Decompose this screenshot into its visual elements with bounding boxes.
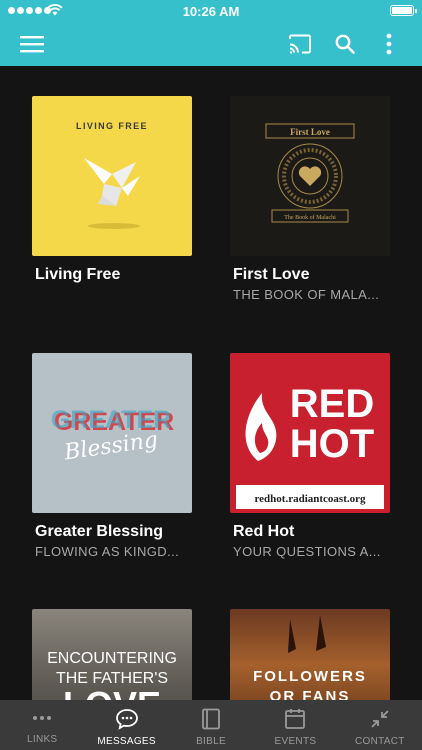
search-button[interactable] [329, 28, 361, 60]
app-bar [0, 22, 422, 66]
tab-events[interactable]: EVENTS [253, 700, 337, 750]
message-title: Red Hot [233, 523, 295, 540]
svg-text:FOLLOWERS: FOLLOWERS [253, 668, 367, 685]
svg-text:OR FANS: OR FANS [270, 688, 351, 700]
svg-text:ENCOUNTERING: ENCOUNTERING [47, 650, 177, 667]
followers-or-fans-artwork: FOLLOWERS OR FANS [253, 615, 367, 700]
tab-label: EVENTS [274, 736, 317, 747]
message-card[interactable]: ENCOUNTERING THE FATHER'S LOVE [32, 609, 192, 700]
series-artwork: RED HOT redhot.radiantcoast.org [230, 353, 390, 513]
message-title: Living Free [35, 266, 121, 283]
svg-text:redhot.radiantcoast.org: redhot.radiantcoast.org [254, 493, 366, 505]
more-options-button[interactable] [373, 28, 405, 60]
cast-button[interactable] [284, 28, 316, 60]
message-card[interactable]: FOLLOWERS OR FANS [230, 609, 390, 700]
status-bar: 10:26 AM [0, 0, 422, 22]
status-time: 10:26 AM [182, 4, 240, 19]
message-card[interactable]: LIVING FREE Living Free [32, 96, 192, 284]
cast-icon [289, 34, 311, 54]
series-artwork: First Love The Book of Malachi [230, 96, 390, 256]
message-card[interactable]: GREATER GREATER Blessing Greater Blessin… [32, 353, 192, 559]
chat-bubble-icon [115, 709, 138, 730]
battery-icon [390, 5, 417, 16]
tab-messages[interactable]: MESSAGES [84, 700, 168, 750]
heart-emblem-artwork: First Love The Book of Malachi [265, 123, 355, 223]
svg-text:LOVE: LOVE [63, 684, 161, 700]
menu-button[interactable] [16, 28, 48, 60]
message-card[interactable]: First Love The Book of Malachi First Lov… [230, 96, 390, 302]
dove-artwork: LIVING FREE [76, 121, 148, 229]
svg-text:HOT: HOT [290, 422, 374, 466]
tab-contact[interactable]: CONTACT [338, 700, 422, 750]
tab-label: CONTACT [354, 736, 405, 747]
tab-label: LINKS [27, 734, 58, 745]
message-subtitle: THE BOOK OF MALA... [233, 287, 380, 302]
dots-icon [33, 716, 52, 720]
calendar-icon [285, 709, 306, 729]
vertical-dots-icon [386, 33, 392, 55]
svg-text:RED: RED [290, 382, 374, 426]
tab-bible[interactable]: BIBLE [169, 700, 253, 750]
message-subtitle: FLOWING AS KINGD... [35, 544, 180, 559]
message-subtitle: YOUR QUESTIONS A... [233, 544, 381, 559]
messages-grid: LIVING FREE Living Free First Love The B… [0, 66, 422, 700]
art-subtitle: The Book of Malachi [284, 214, 336, 221]
bottom-tab-bar: LINKS MESSAGES BIBLE EVENTS CONTACT [0, 700, 422, 750]
book-icon [202, 708, 220, 730]
encountering-artwork: ENCOUNTERING THE FATHER'S LOVE [47, 650, 177, 700]
search-icon [335, 34, 355, 54]
series-artwork: GREATER GREATER Blessing [32, 353, 192, 513]
collapse-arrows-icon [371, 710, 389, 728]
series-artwork: FOLLOWERS OR FANS [230, 609, 390, 700]
series-artwork: ENCOUNTERING THE FATHER'S LOVE [32, 609, 192, 700]
tab-label: BIBLE [196, 736, 226, 747]
art-title: LIVING FREE [76, 121, 148, 131]
message-card[interactable]: RED HOT redhot.radiantcoast.org Red Hot … [230, 353, 390, 559]
art-title: First Love [290, 127, 330, 137]
hamburger-menu-icon [20, 36, 44, 53]
message-title: Greater Blessing [35, 523, 164, 540]
tab-label: MESSAGES [97, 736, 156, 747]
greater-blessing-artwork: GREATER GREATER Blessing [51, 406, 174, 466]
red-hot-artwork: RED HOT redhot.radiantcoast.org [236, 382, 384, 509]
series-artwork: LIVING FREE [32, 96, 192, 256]
message-title: First Love [233, 266, 310, 283]
tab-links[interactable]: LINKS [0, 700, 84, 750]
